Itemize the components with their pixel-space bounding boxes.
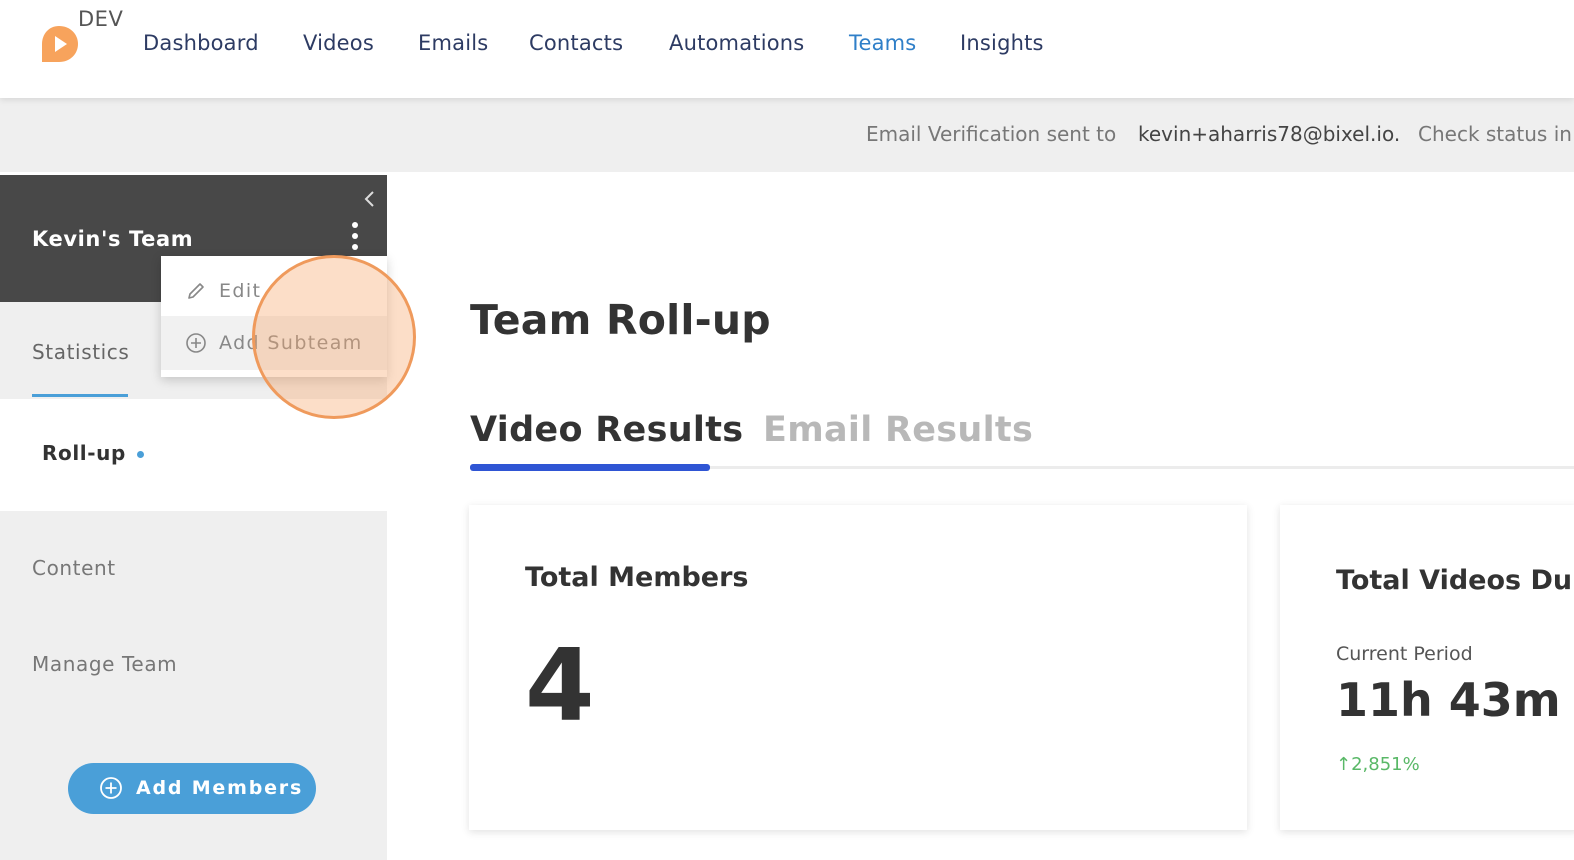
nav-teams[interactable]: Teams <box>849 31 916 55</box>
active-tab-indicator <box>470 464 710 471</box>
rollup-active-dot <box>137 451 144 458</box>
plus-circle-icon <box>100 777 122 799</box>
add-members-label: Add Members <box>136 777 304 799</box>
sidebar-item-content[interactable]: Content <box>32 556 116 580</box>
banner-message: Email Verification sent to <box>866 122 1117 146</box>
change-percentage: ↑2,851% <box>1336 754 1420 775</box>
banner-email: kevin+aharris78@bixel.io. <box>1138 122 1401 146</box>
verification-banner: Email Verification sent to kevin+aharris… <box>0 98 1574 172</box>
team-options-menu: Edit Add Subteam <box>161 256 387 377</box>
banner-check-status-link[interactable]: Check status in <box>1418 122 1572 146</box>
card-title: Total Members <box>525 562 749 593</box>
tab-video-results[interactable]: Video Results <box>470 410 743 450</box>
total-members-card: Total Members 4 <box>469 505 1247 830</box>
brand-logo-icon[interactable] <box>38 24 80 64</box>
nav-contacts[interactable]: Contacts <box>529 31 623 55</box>
menu-item-add-subteam-label: Add Subteam <box>219 332 363 354</box>
menu-item-add-subteam[interactable]: Add Subteam <box>161 316 387 370</box>
card-title: Total Videos Dur <box>1336 565 1574 596</box>
nav-automations[interactable]: Automations <box>669 31 804 55</box>
add-members-button[interactable]: Add Members <box>68 763 316 814</box>
menu-item-edit[interactable]: Edit <box>161 264 387 318</box>
pencil-icon <box>188 283 204 299</box>
total-members-value: 4 <box>525 627 595 744</box>
nav-videos[interactable]: Videos <box>303 31 374 55</box>
environment-label: DEV <box>78 7 124 31</box>
nav-insights[interactable]: Insights <box>960 31 1044 55</box>
plus-circle-icon <box>186 333 206 353</box>
video-duration-value: 11h 43m <box>1336 673 1561 727</box>
nav-emails[interactable]: Emails <box>418 31 488 55</box>
sidebar-item-manage-team[interactable]: Manage Team <box>32 652 177 676</box>
sidebar-item-rollup-label: Roll-up <box>42 441 126 465</box>
menu-item-edit-label: Edit <box>219 280 262 302</box>
statistics-active-indicator <box>32 394 128 397</box>
nav-dashboard[interactable]: Dashboard <box>143 31 259 55</box>
sidebar-item-statistics-label: Statistics <box>32 340 130 364</box>
current-period-label: Current Period <box>1336 643 1473 665</box>
team-name: Kevin's Team <box>32 227 194 251</box>
page-title: Team Roll-up <box>470 296 771 344</box>
top-navigation: DEV Dashboard Videos Emails Contacts Aut… <box>0 0 1574 98</box>
chevron-left-icon[interactable] <box>360 189 380 209</box>
tab-email-results[interactable]: Email Results <box>763 410 1033 450</box>
sidebar-item-rollup[interactable]: Roll-up <box>0 399 387 511</box>
kebab-vertical-icon[interactable] <box>343 220 367 252</box>
total-videos-duration-card: Total Videos Dur Current Period 11h 43m … <box>1280 505 1574 830</box>
